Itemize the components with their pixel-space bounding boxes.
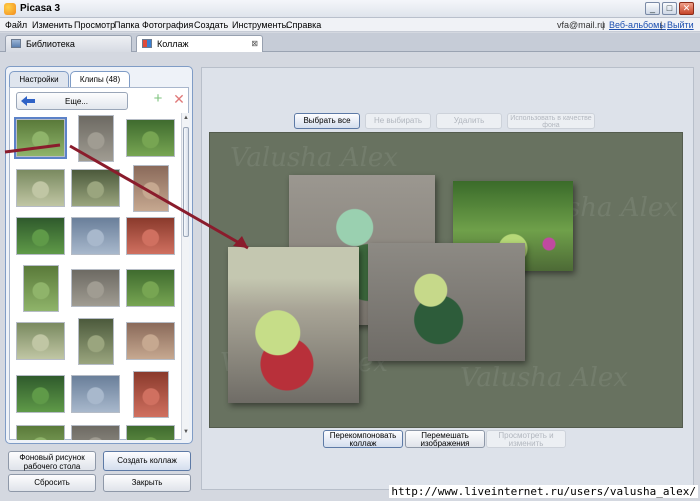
library-icon [11,39,21,48]
delete-button[interactable]: Удалить [436,113,502,129]
clip-thumbnail[interactable] [126,217,175,255]
logout-link[interactable]: Выйти [667,20,694,30]
close-window-button[interactable]: ✕ [679,2,694,15]
menu-view[interactable]: Просмотр [74,20,115,30]
minimize-button[interactable]: _ [645,2,660,15]
menu-help[interactable]: Справка [286,20,321,30]
collage-icon [142,39,152,48]
status-bar: http://www.liveinternet.ru/users/valusha… [0,481,700,501]
clip-thumbnail[interactable] [71,217,120,255]
clip-thumbnail[interactable] [126,119,175,157]
maximize-button[interactable]: □ [662,2,677,15]
more-label: Еще... [65,97,88,106]
window-title: Picasa 3 [20,3,61,14]
scroll-thumb[interactable] [183,127,189,237]
account-email: vfa@mail.ru [557,20,606,30]
clip-thumbnail[interactable] [16,169,65,207]
menu-tools[interactable]: Инструменты [232,20,288,30]
clip-thumbnail[interactable] [71,375,120,413]
clip-thumbnail[interactable] [71,169,120,207]
watermark: Valusha Alex [230,143,398,173]
back-arrow-icon [21,96,35,106]
view-edit-button[interactable]: Просмотреть и изменить [486,430,566,448]
menu-file[interactable]: Файл [5,20,27,30]
clip-thumbnail[interactable] [78,115,114,162]
clip-thumbnail[interactable] [16,425,65,440]
collage-photo[interactable] [368,243,525,361]
collage-canvas: Valusha Alex Valusha Alex Valusha Alex V… [209,132,683,428]
more-button[interactable]: Еще... [16,92,128,110]
tab-library-label: Библиотека [26,39,75,49]
source-url: http://www.liveinternet.ru/users/valusha… [389,485,698,498]
tab-close-icon[interactable]: ⊠ [251,39,258,48]
clip-thumbnail[interactable] [126,322,175,360]
menu-photo[interactable]: Фотография [142,20,193,30]
watermark: Valusha Alex [460,363,628,393]
clip-thumbnail[interactable] [23,265,59,312]
picasa-logo-icon [4,3,16,15]
scroll-down-icon[interactable]: ▼ [183,429,189,437]
select-all-button[interactable]: Выбрать все [294,113,360,129]
document-tabs: Библиотека Коллаж ⊠ [0,33,700,52]
rearrange-collage-button[interactable]: Перекомпоновать коллаж [323,430,403,448]
deselect-button[interactable]: Не выбирать [365,113,431,129]
create-collage-button[interactable]: Создать коллаж [103,451,191,471]
clip-thumbnail[interactable] [14,117,67,159]
clips-scrollbar[interactable]: ▲ ▼ [181,113,189,440]
menu-folder[interactable]: Папка [114,20,140,30]
clip-thumbnail[interactable] [126,269,175,307]
separator: | [602,20,605,30]
window-titlebar: Picasa 3 _ □ ✕ [0,0,700,18]
clip-thumbnail[interactable] [16,322,65,360]
scroll-up-icon[interactable]: ▲ [183,115,189,123]
clip-thumbnail[interactable] [71,269,120,307]
clip-thumbnail[interactable] [133,165,169,212]
tab-library[interactable]: Библиотека [5,35,132,52]
clip-thumbnail[interactable] [133,371,169,418]
use-as-background-button[interactable]: Использовать в качестве фона [507,113,595,129]
tab-settings[interactable]: Настройки [9,71,69,88]
menu-bar: Файл Изменить Просмотр Папка Фотография … [0,18,700,32]
clips-pane: Еще... + ✕ ▲ ▼ [9,87,189,440]
thumbnail-grid [13,113,178,440]
shuffle-images-button[interactable]: Перемешать изображения [405,430,485,448]
add-icon[interactable]: + [151,91,165,107]
clip-thumbnail[interactable] [16,375,65,413]
web-albums-link[interactable]: Веб-альбомы [609,20,666,30]
menu-edit[interactable]: Изменить [32,20,73,30]
clip-thumbnail[interactable] [78,318,114,365]
desktop-background-button[interactable]: Фоновый рисунок рабочего стола [8,451,96,471]
separator: | [660,20,663,30]
clip-thumbnail[interactable] [16,217,65,255]
tab-collage-label: Коллаж [157,39,189,49]
collage-stage: Выбрать все Не выбирать Удалить Использо… [201,67,694,490]
clip-thumbnail[interactable] [71,425,120,440]
tab-clips[interactable]: Клипы (48) [70,71,130,88]
menu-create[interactable]: Создать [194,20,228,30]
clips-panel: Настройки Клипы (48) Еще... + ✕ ▲ ▼ [5,66,193,444]
clip-thumbnail[interactable] [126,425,175,440]
remove-icon[interactable]: ✕ [172,92,186,107]
tab-collage[interactable]: Коллаж ⊠ [136,35,263,52]
collage-photo[interactable] [228,247,359,403]
